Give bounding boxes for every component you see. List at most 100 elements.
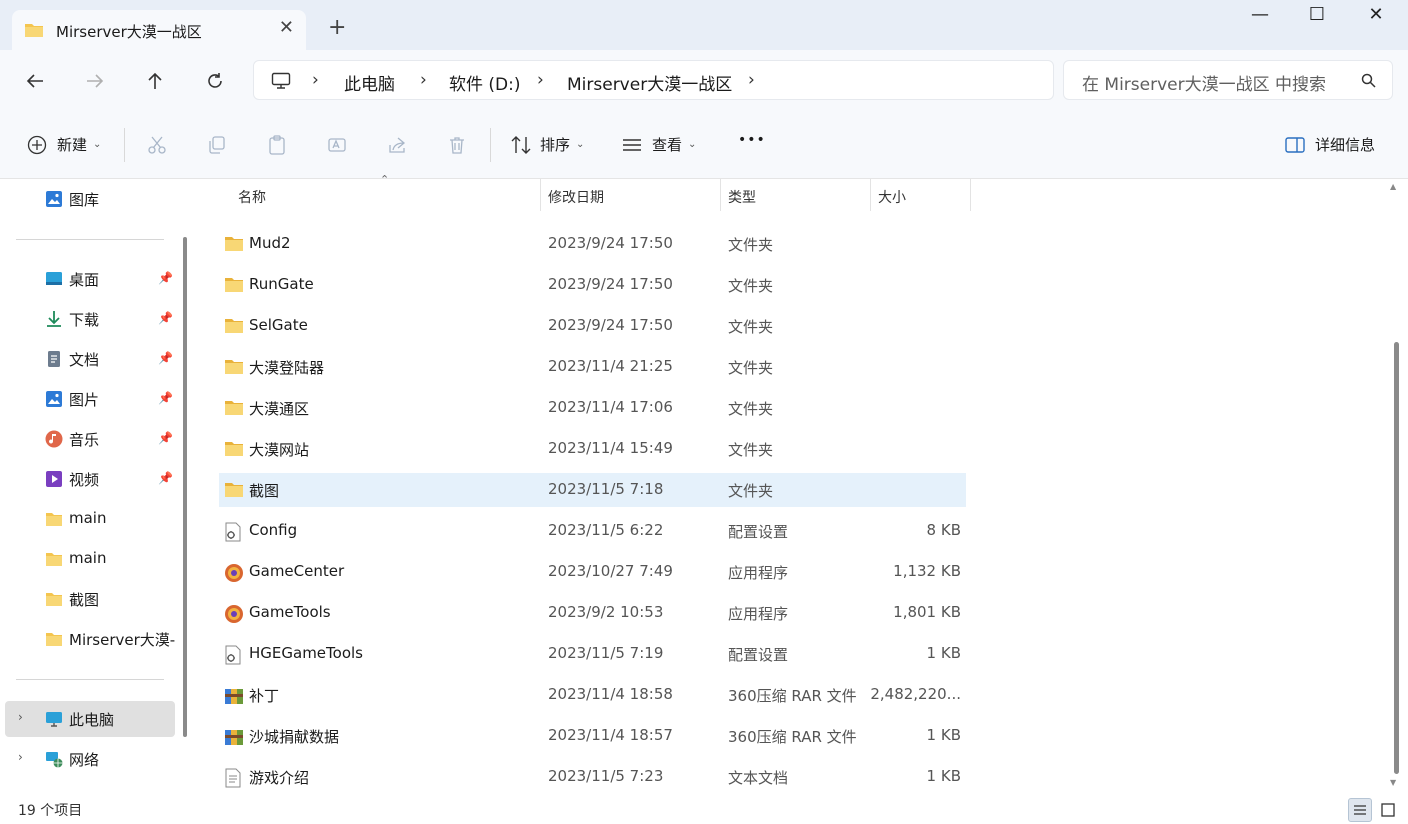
- file-row[interactable]: HGEGameTools 2023/11/5 7:19 配置设置 1 KB: [219, 637, 966, 671]
- file-row[interactable]: 大漠通区 2023/11/4 17:06 文件夹: [219, 391, 966, 425]
- sidebar-item-desktop[interactable]: 桌面 📌: [0, 261, 175, 297]
- refresh-button[interactable]: [200, 68, 230, 94]
- column-header-date[interactable]: 修改日期: [548, 187, 604, 207]
- breadcrumb-this-pc[interactable]: 此电脑: [344, 70, 395, 95]
- sidebar-label: main: [69, 509, 107, 527]
- share-button[interactable]: [386, 134, 408, 156]
- sidebar-item-screenshots[interactable]: 截图: [0, 581, 175, 617]
- tab-close-icon[interactable]: ✕: [279, 17, 294, 38]
- rename-icon: [328, 138, 346, 152]
- delete-button[interactable]: [446, 134, 468, 156]
- file-row[interactable]: Mud2 2023/9/24 17:50 文件夹: [219, 227, 966, 261]
- sidebar-item-videos[interactable]: 视频 📌: [0, 461, 175, 497]
- file-date: 2023/11/4 18:58: [548, 685, 673, 703]
- toolbar-divider: [490, 128, 491, 162]
- column-divider[interactable]: [870, 179, 871, 211]
- address-bar[interactable]: › 此电脑 › 软件 (D:) › Mirserver大漠一战区 ›: [253, 60, 1054, 100]
- sidebar-item-documents[interactable]: 文档 📌: [0, 341, 175, 377]
- sidebar-label: 此电脑: [69, 711, 115, 729]
- file-name: 沙城捐献数据: [249, 728, 340, 746]
- navigation-pane: 图库 桌面 📌 下载 📌 文档 📌 图片 📌 音乐 📌 视频 📌 main ma…: [0, 179, 190, 796]
- file-row[interactable]: Config 2023/11/5 6:22 配置设置 8 KB: [219, 514, 966, 548]
- more-options-button[interactable]: •••: [738, 132, 766, 148]
- sidebar-scrollbar[interactable]: [183, 237, 187, 737]
- file-row[interactable]: 补丁 2023/11/4 18:58 360压缩 RAR 文件 2,482,220..…: [219, 678, 966, 712]
- view-label: 查看: [652, 136, 683, 154]
- sidebar-item-this-pc[interactable]: › 此电脑: [5, 701, 175, 737]
- new-tab-button[interactable]: +: [328, 17, 346, 39]
- pin-icon[interactable]: 📌: [158, 391, 173, 405]
- file-row[interactable]: SelGate 2023/9/24 17:50 文件夹: [219, 309, 966, 343]
- file-row[interactable]: GameCenter 2023/10/27 7:49 应用程序 1,132 KB: [219, 555, 966, 589]
- file-date: 2023/11/5 7:18: [548, 480, 664, 498]
- paste-button[interactable]: [266, 134, 288, 156]
- minimize-button[interactable]: —: [1237, 4, 1283, 25]
- arrow-right-icon: [87, 74, 104, 88]
- arrow-left-icon: [26, 74, 43, 88]
- new-button[interactable]: 新建 ⌄: [27, 134, 101, 155]
- file-row[interactable]: 游戏介绍 2023/11/5 7:23 文本文档 1 KB: [219, 760, 966, 794]
- cut-button[interactable]: [146, 134, 168, 156]
- file-date: 2023/11/5 6:22: [548, 521, 664, 539]
- file-row[interactable]: RunGate 2023/9/24 17:50 文件夹: [219, 268, 966, 302]
- rename-button[interactable]: [326, 134, 348, 156]
- file-size: 8 KB: [926, 521, 961, 539]
- breadcrumb-drive-d[interactable]: 软件 (D:): [449, 70, 521, 95]
- file-list-scrollbar[interactable]: [1394, 342, 1399, 774]
- sidebar-item-downloads[interactable]: 下载 📌: [0, 301, 175, 337]
- file-name: 大漠网站: [249, 441, 310, 459]
- sort-button[interactable]: 排序 ⌄: [510, 134, 584, 155]
- pin-icon[interactable]: 📌: [158, 471, 173, 485]
- folder-icon: [46, 633, 62, 646]
- breadcrumb-separator[interactable]: ›: [748, 70, 755, 90]
- scroll-up-icon[interactable]: ▲: [1390, 182, 1396, 191]
- file-row[interactable]: 大漠网站 2023/11/4 15:49 文件夹: [219, 432, 966, 466]
- breadcrumb-separator: ›: [312, 70, 319, 90]
- pin-icon[interactable]: 📌: [158, 431, 173, 445]
- sidebar-item-pictures[interactable]: 图片 📌: [0, 381, 175, 417]
- breadcrumb-separator: ›: [537, 70, 544, 90]
- folder-icon: [46, 513, 62, 526]
- close-window-button[interactable]: ✕: [1353, 4, 1399, 25]
- chevron-down-icon: ⌄: [576, 139, 585, 150]
- back-button[interactable]: [20, 68, 50, 94]
- file-row[interactable]: 沙城捐献数据 2023/11/4 18:57 360压缩 RAR 文件 1 KB: [219, 719, 966, 753]
- sidebar-item-main[interactable]: main: [0, 541, 175, 577]
- details-view-button[interactable]: [1348, 798, 1372, 822]
- active-tab[interactable]: Mirserver大漠一战区 ✕: [12, 10, 306, 50]
- sidebar-label: 图片: [69, 391, 100, 409]
- file-row[interactable]: 截图 2023/11/5 7:18 文件夹: [219, 473, 966, 507]
- details-pane-button[interactable]: 详细信息: [1285, 134, 1375, 155]
- column-header-size[interactable]: 大小: [878, 187, 906, 207]
- sidebar-label: 图库: [69, 191, 100, 209]
- search-placeholder: 在 Mirserver大漠一战区 中搜索: [1082, 75, 1327, 95]
- chevron-right-icon[interactable]: ›: [18, 750, 23, 764]
- tiles-view-button[interactable]: [1376, 798, 1400, 822]
- file-type: 文件夹: [728, 400, 774, 418]
- maximize-button[interactable]: ☐: [1294, 4, 1340, 25]
- breadcrumb-current-folder[interactable]: Mirserver大漠一战区: [567, 70, 732, 95]
- file-size: 1 KB: [926, 644, 961, 662]
- sidebar-item-network[interactable]: › 网络: [0, 741, 175, 777]
- forward-button[interactable]: [80, 68, 110, 94]
- column-header-type[interactable]: 类型: [728, 187, 756, 207]
- scroll-down-icon[interactable]: ▼: [1390, 778, 1396, 787]
- sidebar-item-mirserver[interactable]: Mirserver大漠-: [0, 621, 175, 657]
- up-button[interactable]: [140, 68, 170, 94]
- column-divider[interactable]: [720, 179, 721, 211]
- file-row[interactable]: GameTools 2023/9/2 10:53 应用程序 1,801 KB: [219, 596, 966, 630]
- column-divider[interactable]: [540, 179, 541, 211]
- pin-icon[interactable]: 📌: [158, 271, 173, 285]
- column-header-name[interactable]: 名称: [238, 187, 266, 207]
- search-box[interactable]: 在 Mirserver大漠一战区 中搜索: [1063, 60, 1393, 100]
- column-divider[interactable]: [970, 179, 971, 211]
- pin-icon[interactable]: 📌: [158, 311, 173, 325]
- view-button[interactable]: 查看 ⌄: [621, 134, 696, 155]
- file-row[interactable]: 大漠登陆器 2023/11/4 21:25 文件夹: [219, 350, 966, 384]
- sidebar-item-music[interactable]: 音乐 📌: [0, 421, 175, 457]
- copy-button[interactable]: [206, 134, 228, 156]
- pin-icon[interactable]: 📌: [158, 351, 173, 365]
- chevron-right-icon[interactable]: ›: [18, 710, 23, 724]
- sidebar-item-gallery[interactable]: 图库: [0, 181, 175, 217]
- sidebar-item-main[interactable]: main: [0, 501, 175, 537]
